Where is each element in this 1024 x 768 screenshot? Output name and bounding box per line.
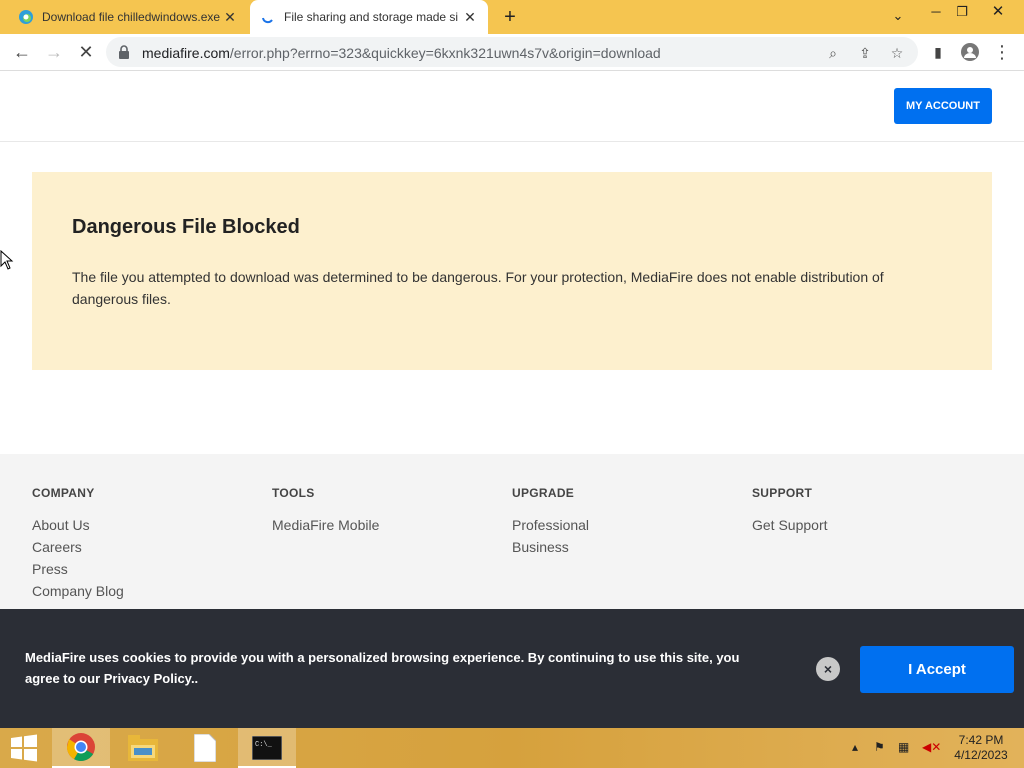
back-arrow-icon[interactable]: ← <box>10 40 34 64</box>
alert-title: Dangerous File Blocked <box>72 216 300 238</box>
tab-file-sharing[interactable]: File sharing and storage made si ✕ <box>250 0 488 34</box>
file-explorer-icon[interactable] <box>114 728 172 768</box>
cookie-message: MediaFire uses cookies to provide you wi… <box>25 650 740 686</box>
url-path: /error.php?errno=323&quickkey=6kxnk321uw… <box>229 45 661 61</box>
footer-column-support: SUPPORT Get Support <box>752 486 828 536</box>
taskbar-clock[interactable]: 7:42 PM 4/12/2023 <box>946 733 1016 763</box>
windows-taskbar: C:\_ ▴ ⚑ ▦ ◀✕ 7:42 PM 4/12/2023 <box>0 728 1024 768</box>
cookie-consent-banner: MediaFire uses cookies to provide you wi… <box>0 609 1024 728</box>
volume-muted-icon[interactable]: ◀✕ <box>922 740 941 754</box>
footer-link-professional[interactable]: Professional <box>512 514 589 536</box>
tab-title: File sharing and storage made si <box>284 10 459 24</box>
clock-time: 7:42 PM <box>958 733 1004 747</box>
my-account-button[interactable]: MY ACCOUNT <box>894 88 992 124</box>
address-bar[interactable]: mediafire.com/error.php?errno=323&quickk… <box>106 37 918 67</box>
edge-favicon-icon <box>19 10 33 24</box>
url-text: mediafire.com/error.php?errno=323&quickk… <box>142 45 661 61</box>
action-center-flag-icon[interactable]: ⚑ <box>874 740 885 754</box>
window-close-icon[interactable]: ✕ <box>982 0 1014 28</box>
cookie-close-icon[interactable]: × <box>816 657 840 681</box>
clock-date: 4/12/2023 <box>954 748 1008 762</box>
tab-title: Download file chilledwindows.exe <box>42 10 221 24</box>
footer-link-careers[interactable]: Careers <box>32 536 124 558</box>
browser-toolbar: ← → ✕ mediafire.com/error.php?errno=323&… <box>0 34 1024 71</box>
tab-download-file[interactable]: Download file chilledwindows.exe ✕ <box>8 0 248 34</box>
network-icon[interactable]: ▦ <box>898 740 909 754</box>
share-icon[interactable]: ⇪ <box>856 44 874 62</box>
browser-tab-strip: Download file chilledwindows.exe ✕ File … <box>0 0 1024 34</box>
footer-column-tools: TOOLS MediaFire Mobile <box>272 486 379 536</box>
site-header: MY ACCOUNT <box>0 72 1024 142</box>
start-icon[interactable] <box>0 728 48 768</box>
footer-link-about-us[interactable]: About Us <box>32 514 124 536</box>
stop-loading-icon[interactable]: ✕ <box>74 40 98 64</box>
bookmark-star-icon[interactable]: ☆ <box>888 44 906 62</box>
footer-link-mediafire-mobile[interactable]: MediaFire Mobile <box>272 514 379 536</box>
footer-link-get-support[interactable]: Get Support <box>752 514 828 536</box>
loading-spinner-icon <box>262 17 273 24</box>
mouse-cursor-icon <box>0 250 14 270</box>
forward-arrow-icon[interactable]: → <box>42 40 66 64</box>
chrome-icon[interactable] <box>52 728 110 768</box>
footer-heading: COMPANY <box>32 486 95 500</box>
tab-search-chevron-icon[interactable]: ⌄ <box>882 4 914 32</box>
show-hidden-icons-icon[interactable]: ▴ <box>852 740 858 754</box>
footer-heading: TOOLS <box>272 486 315 500</box>
profile-avatar-icon[interactable] <box>958 40 982 64</box>
lock-icon <box>119 45 129 59</box>
footer-link-company-blog[interactable]: Company Blog <box>32 580 124 602</box>
dangerous-file-alert: Dangerous File Blocked The file you atte… <box>32 172 992 370</box>
new-tab-icon[interactable]: + <box>498 5 522 29</box>
footer-link-press[interactable]: Press <box>32 558 124 580</box>
footer-heading: SUPPORT <box>752 486 813 500</box>
svg-text:C:\_: C:\_ <box>255 741 273 749</box>
tab-close-icon[interactable]: ✕ <box>462 9 478 26</box>
command-prompt-icon[interactable]: C:\_ <box>238 728 296 768</box>
footer-link-business[interactable]: Business <box>512 536 589 558</box>
url-host: mediafire.com <box>142 45 230 61</box>
tab-close-icon[interactable]: ✕ <box>222 9 238 26</box>
footer-heading: UPGRADE <box>512 486 575 500</box>
search-icon[interactable]: ⌕ <box>824 44 842 62</box>
browser-menu-icon[interactable]: ⋮ <box>990 40 1014 64</box>
side-panel-icon[interactable]: ▮ <box>926 40 950 64</box>
footer-column-upgrade: UPGRADE Professional Business <box>512 486 589 558</box>
restore-icon[interactable]: ❐ <box>946 0 978 28</box>
notepad-icon[interactable] <box>176 728 234 768</box>
alert-message: The file you attempted to download was d… <box>72 269 884 307</box>
accept-cookies-button[interactable]: I Accept <box>860 646 1014 693</box>
footer-column-company: COMPANY About Us Careers Press Company B… <box>32 486 124 602</box>
